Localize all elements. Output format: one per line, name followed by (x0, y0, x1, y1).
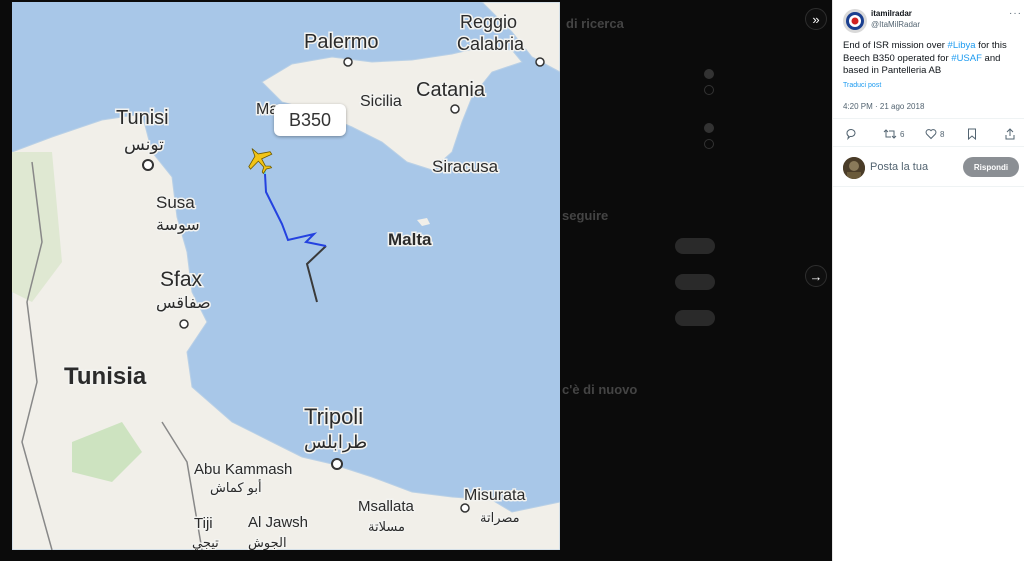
city-label-abu-kammash: Abu Kammash (194, 461, 292, 478)
city-label-tunisi: Tunisi (116, 107, 169, 129)
city-label-catania: Catania (416, 79, 486, 101)
city-label-tiji: Tiji (194, 515, 213, 532)
city-label-tiji-arabic: تيجي (192, 536, 219, 550)
city-dot-misurata (460, 503, 470, 513)
ghost-radio (704, 69, 714, 79)
city-label-misurata: Misurata (464, 487, 525, 504)
ghost-radio (704, 123, 714, 133)
like-count: 8 (940, 129, 945, 139)
tweet-detail-panel: itamilradar @ItaMilRadar ··· End of ISR … (832, 0, 1024, 561)
retweet-action[interactable]: 6 (883, 128, 904, 140)
city-label-tunisi-arabic: تونس (124, 135, 164, 155)
city-dot-tunisi (142, 159, 154, 171)
ghost-radio (704, 85, 714, 95)
city-label-tripoli: Tripoli (304, 404, 363, 429)
city-label-siracusa: Siracusa (432, 157, 499, 176)
city-dot-sfax (179, 319, 189, 329)
hashtag-usaf[interactable]: #USAF (951, 53, 982, 64)
city-label-malta: Malta (388, 230, 432, 249)
city-label-msallata: Msallata (358, 498, 415, 515)
city-dot-palermo (343, 57, 353, 67)
city-label-misurata-arabic: مصراتة (480, 511, 520, 526)
ghost-radio (704, 139, 714, 149)
user-photo-icon (843, 157, 865, 179)
hashtag-libya[interactable]: #Libya (948, 40, 976, 51)
reply-button[interactable]: Rispondi (963, 157, 1019, 177)
city-label-msallata-arabic: مسلاتة (368, 520, 405, 535)
heart-icon (925, 129, 937, 140)
tweet-media-image: Palermo Reggio Calabria Sicilia Catania … (12, 2, 560, 550)
tweet-timestamp[interactable]: 4:20 PM · 21 ago 2018 (843, 102, 924, 111)
ghost-follow-heading: seguire (562, 208, 609, 223)
bookmark-icon (968, 128, 976, 140)
city-label-sfax: Sfax (160, 268, 203, 291)
user-avatar[interactable] (843, 157, 865, 179)
city-label-reggio: Reggio (460, 12, 517, 32)
ghost-search-heading: di ricerca (566, 16, 624, 31)
ghost-follow-button (675, 310, 715, 326)
city-label-al-jawsh-arabic: الجوش (248, 536, 287, 550)
aircraft-callout: B350 (274, 104, 346, 136)
ghost-whats-new-heading: c'è di nuovo (562, 382, 638, 397)
next-image-button[interactable]: → (805, 265, 827, 287)
city-label-sicilia: Sicilia (360, 93, 402, 110)
city-label-susa-arabic: سوسة (156, 215, 200, 235)
bookmark-action[interactable] (967, 128, 977, 140)
ghost-follow-button (675, 238, 715, 254)
translate-post-link[interactable]: Traduci post (843, 82, 881, 89)
reply-action[interactable] (845, 128, 857, 140)
ghost-follow-button (675, 274, 715, 290)
retweet-count: 6 (900, 129, 905, 139)
retweet-icon (883, 129, 897, 139)
city-label-sfax-arabic: صفاقس (156, 293, 211, 313)
city-dot-reggio (535, 57, 545, 67)
city-label-abu-kammash-arabic: أبو كماش (210, 479, 262, 496)
city-label-calabria: Calabria (457, 34, 525, 54)
divider (833, 186, 1024, 187)
author-handle[interactable]: @ItaMilRadar (871, 20, 920, 29)
author-avatar[interactable] (843, 9, 867, 33)
divider (833, 146, 1024, 147)
lightbox-overlay: di ricerca seguire c'è di nuovo Palermo … (0, 0, 832, 561)
city-label-tripoli-arabic: طرابلس (304, 432, 367, 453)
city-dot-tripoli (331, 458, 343, 470)
reply-icon (846, 129, 856, 140)
more-options-icon[interactable]: ··· (1009, 8, 1022, 19)
region-label-tunisia: Tunisia (64, 363, 147, 390)
city-dot-catania (450, 104, 460, 114)
like-action[interactable]: 8 (925, 128, 944, 140)
collapse-panel-button[interactable]: » (805, 8, 827, 30)
city-label-palermo: Palermo (304, 31, 378, 53)
reply-input[interactable]: Posta la tua (870, 161, 928, 173)
city-label-al-jawsh: Al Jawsh (248, 514, 308, 531)
roundel-icon (846, 12, 864, 30)
flight-map: Palermo Reggio Calabria Sicilia Catania … (12, 2, 560, 550)
tweet-text: End of ISR mission over #Libya for this … (843, 40, 1007, 76)
author-name[interactable]: itamilradar (871, 9, 912, 18)
divider (833, 118, 1024, 119)
city-label-susa: Susa (156, 193, 195, 212)
share-action[interactable] (1005, 128, 1015, 140)
share-icon (1005, 128, 1015, 140)
